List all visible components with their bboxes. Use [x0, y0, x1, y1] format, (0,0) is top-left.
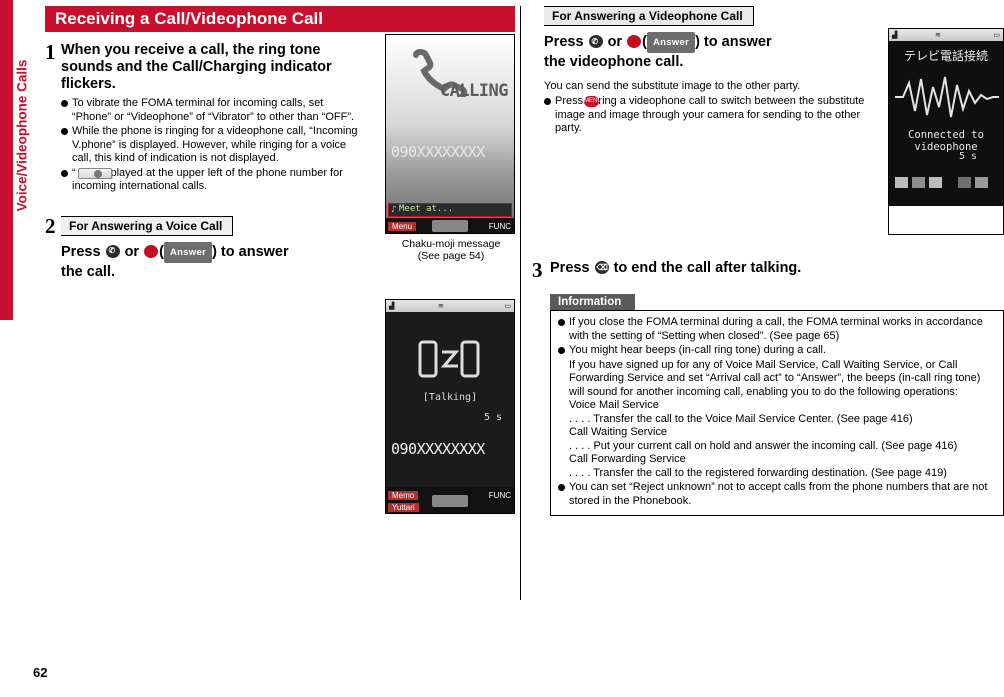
caption-chakumoji: Chaku-moji message (See page 54) — [377, 238, 525, 262]
info-sub-line: If you have signed up for any of Voice M… — [569, 358, 981, 398]
step-1-bullets: To vibrate the FOMA terminal for incomin… — [61, 97, 361, 194]
softkey-right: FUNC — [488, 222, 511, 231]
caption-line-1: Chaku-moji message — [401, 238, 501, 250]
answer-softkey-label: Answer — [163, 241, 213, 263]
calling-text: CALLING — [439, 81, 509, 101]
step-1-number: 1 — [45, 40, 56, 64]
press-post-label-2: the call. — [61, 263, 115, 280]
information-box: If you close the FOMA terminal during a … — [550, 310, 1004, 516]
videophone-timer: 5 s — [958, 151, 977, 162]
phone-screenshot-videophone: ▟ ≋ ▭ テレビ電話接続 Connected to videophone 5 … — [888, 28, 1004, 235]
softkey-center — [432, 220, 468, 232]
phone-screenshot-talking: ▟ ≋ ▭ [Talking] 5 s 090XXXXXXXX Memo Yut… — [385, 299, 515, 514]
step-3-heading: Press ⌫ to end the call after talking. — [550, 260, 1004, 277]
videophone-bottom-area — [889, 206, 1003, 234]
status-bar: ▟ ≋ ▭ — [889, 29, 1003, 41]
press-label: Press — [550, 260, 590, 276]
softkey-left: Menu — [388, 222, 417, 231]
videophone-answer-heading: Press ✆ or (Answer) to answer the videop… — [544, 32, 884, 72]
caption-line-2: (See page 54) — [417, 250, 485, 262]
left-column: Receiving a Call/Videophone Call 1 When … — [45, 6, 515, 514]
step-2-heading: Press ✆ or (Answer) to answer the call. — [61, 241, 371, 282]
softkey-right: FUNC — [488, 491, 511, 500]
bullet-dot-icon — [558, 319, 565, 326]
info-sub-line: . . . . Transfer the call to the Voice M… — [569, 412, 913, 425]
right-column: For Answering a Videophone Call Press ✆ … — [532, 6, 1004, 516]
videophone-title: テレビ電話接続 — [903, 49, 988, 63]
bullet-dot-icon — [61, 100, 68, 107]
side-tab: Voice/Videophone Calls — [0, 0, 30, 320]
page-number: 62 — [33, 665, 48, 680]
info-sub-line: . . . . Put your current call on hold an… — [569, 439, 958, 452]
bullet-dot-icon — [61, 128, 68, 135]
list-item: If you close the FOMA terminal during a … — [558, 316, 996, 343]
chakumoji-message: ♪ Meet at... — [388, 203, 512, 217]
column-divider — [520, 6, 521, 600]
call-timer: 5 s — [483, 412, 502, 423]
step-3-number: 3 — [532, 258, 543, 282]
press-label: Press — [544, 34, 584, 50]
phone-screenshot-incoming-call: CALLING 090XXXXXXXX ♪ Meet at... Menu FU… — [385, 34, 515, 234]
press-post-label: ) to answer — [695, 34, 772, 50]
list-item: MENU Press during a videophone call to s… — [544, 95, 884, 136]
info-sub-line: Call Forwarding Service — [569, 453, 686, 465]
call-key-icon: ✆ — [105, 244, 120, 258]
softkey-left-memo: Memo — [388, 491, 419, 500]
talking-status: [Talking] — [422, 392, 478, 403]
list-item: While the phone is ringing for a videoph… — [61, 125, 361, 166]
subhead-answer-videophone-call: For Answering a Videophone Call — [544, 6, 754, 26]
bullet-dot-icon — [61, 169, 68, 177]
list-item: You might hear beeps (in-call ring tone)… — [558, 344, 996, 358]
videophone-icon-row — [895, 177, 988, 188]
list-item-text: You might hear beeps (in-call ring tone)… — [569, 344, 827, 356]
page-title: Receiving a Call/Videophone Call — [45, 6, 515, 32]
videophone-note: You can send the substitute image to the… — [544, 80, 801, 92]
answer-softkey-label: Answer — [646, 32, 696, 53]
bullet-dot-icon — [544, 98, 551, 105]
information-section: Information If you close the FOMA termin… — [550, 294, 1004, 516]
menu-key-icon: MENU — [584, 96, 602, 107]
list-item: To vibrate the FOMA terminal for incomin… — [61, 97, 361, 124]
call-key-icon: ✆ — [588, 35, 603, 48]
step-2-number: 2 — [45, 213, 56, 238]
list-item: “ ” is displayed at the upper left of th… — [61, 167, 361, 194]
list-item: You can set “Reject unknown” not to acce… — [558, 481, 996, 508]
list-item-text: If you close the FOMA terminal during a … — [569, 316, 983, 342]
softkey-bar: Menu FUNC — [386, 218, 514, 233]
step-3: 3 Press ⌫ to end the call after talking. — [532, 258, 1004, 282]
center-key-icon — [144, 244, 159, 258]
list-item-text: You can set “Reject unknown” not to acce… — [569, 481, 988, 507]
press-post-label: ) to answer — [212, 243, 289, 260]
step-1-heading: When you receive a call, the ring tone s… — [61, 42, 332, 92]
end-call-key-icon: ⌫ — [594, 261, 609, 274]
press-post-label-2: the videophone call. — [544, 54, 684, 70]
or-label: or — [124, 243, 140, 260]
information-title: Information — [550, 294, 636, 310]
bullet-dot-icon — [558, 484, 565, 491]
bullet-dot-icon — [558, 347, 565, 354]
info-sub-line: Call Waiting Service — [569, 426, 668, 438]
info-sub-line: . . . . Transfer the call to the registe… — [569, 466, 947, 479]
info-sub-line: Voice Mail Service — [569, 399, 659, 411]
or-label: or — [607, 34, 623, 50]
list-item-text: While the phone is ringing for a videoph… — [72, 125, 358, 164]
side-tab-label: Voice/Videophone Calls — [14, 59, 30, 212]
list-item-text: To vibrate the FOMA terminal for incomin… — [72, 97, 355, 123]
talking-illustration-icon — [416, 338, 482, 382]
talking-number: 090XXXXXXXX — [391, 440, 485, 458]
softkey-bar: Memo Yuttari FUNC — [386, 487, 514, 513]
step-3-heading-post: to end the call after talking. — [613, 260, 802, 276]
waveform-icon — [893, 73, 1001, 121]
intl-call-indicator-icon — [78, 167, 112, 179]
videophone-status: Connected to videophone — [908, 129, 984, 153]
press-label: Press — [61, 243, 101, 260]
caller-number: 090XXXXXXXX — [391, 143, 485, 161]
softkey-left-yuttari: Yuttari — [388, 503, 419, 512]
softkey-center — [432, 495, 468, 507]
center-key-icon — [627, 35, 642, 48]
subhead-answer-voice-call: For Answering a Voice Call — [61, 215, 234, 236]
side-tab-bar — [0, 0, 13, 320]
list-item-text: “ ” is displayed at the upper left of th… — [72, 166, 343, 193]
status-bar: ▟ ≋ ▭ — [386, 300, 514, 312]
